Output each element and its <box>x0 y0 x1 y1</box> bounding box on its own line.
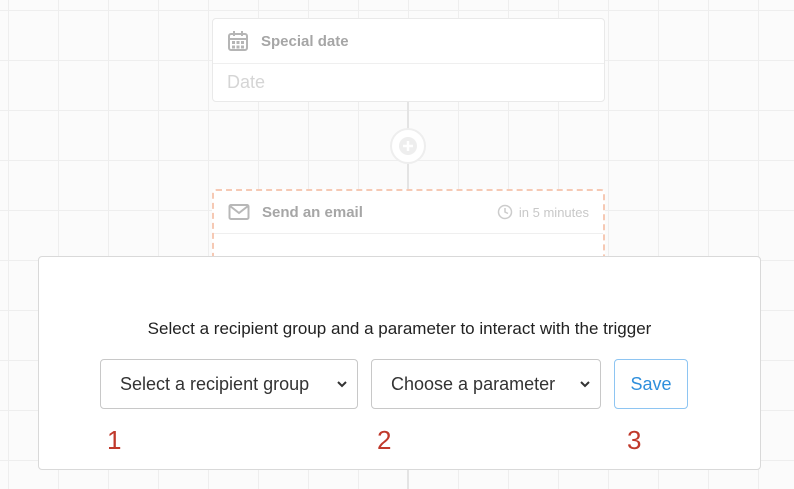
email-delay-text: in 5 minutes <box>518 204 589 220</box>
chevron-down-icon <box>578 379 592 389</box>
trigger-date-field[interactable]: Date <box>213 64 604 101</box>
save-button[interactable]: Save <box>614 359 688 409</box>
envelope-icon <box>228 201 250 223</box>
email-card-title: Send an email <box>262 203 363 221</box>
parameter-select-value: Choose a parameter <box>391 373 556 394</box>
trigger-card-header: Special date <box>213 19 604 64</box>
step-marker-1: 1 <box>107 425 122 455</box>
email-delay: in 5 minutes <box>497 204 589 220</box>
flow-connector-top <box>407 101 409 129</box>
flow-connector-bottom <box>407 163 409 190</box>
calendar-icon <box>227 30 249 52</box>
flow-connector-lower <box>407 470 409 489</box>
trigger-card-special-date[interactable]: Special date Date <box>212 18 605 102</box>
trigger-settings-panel: Select a recipient group and a parameter… <box>38 256 761 470</box>
panel-title: Select a recipient group and a parameter… <box>147 319 652 338</box>
plus-icon <box>398 136 418 156</box>
parameter-select[interactable]: Choose a parameter <box>371 359 601 409</box>
recipient-group-select[interactable]: Select a recipient group <box>100 359 358 409</box>
trigger-card-title: Special date <box>261 32 349 50</box>
recipient-group-select-value: Select a recipient group <box>120 373 310 394</box>
step-marker-3: 3 <box>627 425 642 455</box>
chevron-down-icon <box>335 379 349 389</box>
clock-icon <box>497 204 513 220</box>
step-marker-2: 2 <box>377 425 392 455</box>
email-card-header: Send an email in 5 minutes <box>214 191 603 234</box>
add-step-button[interactable] <box>390 128 426 164</box>
